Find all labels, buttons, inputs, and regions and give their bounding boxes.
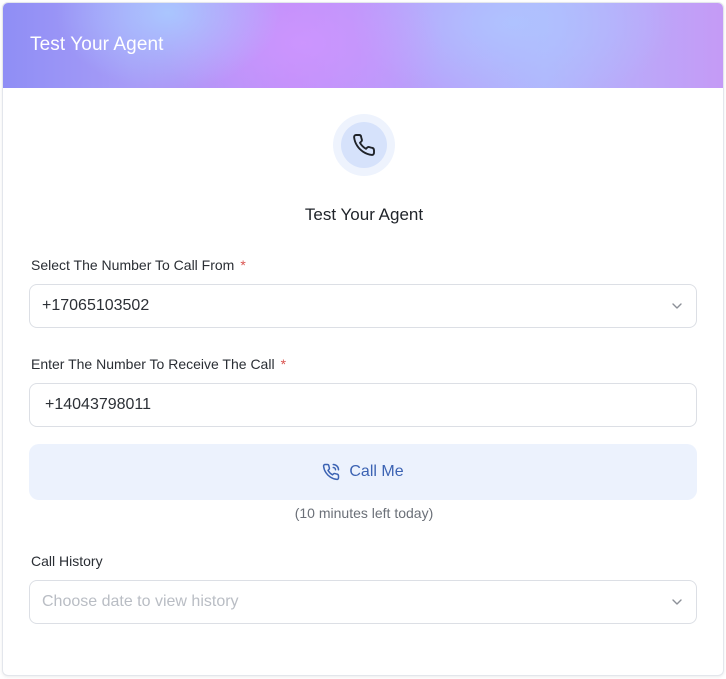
required-mark: * [240, 257, 246, 273]
from-number-value: +17065103502 [42, 297, 150, 314]
header-title: Test Your Agent [30, 34, 164, 55]
call-history-placeholder: Choose date to view history [42, 593, 239, 610]
to-number-input[interactable]: +14043798011 [29, 383, 697, 427]
call-history-date-picker[interactable]: Choose date to view history [29, 580, 697, 624]
section-title: Test Your Agent [304, 205, 424, 224]
phone-call-icon [323, 463, 340, 481]
phone-icon [353, 134, 375, 156]
call-history-label: Call History [31, 553, 103, 569]
phone-badge [333, 114, 395, 176]
required-mark: * [280, 356, 287, 372]
to-number-label: Enter The Number To Receive The Call * [31, 356, 287, 372]
card-header: Test Your Agent [3, 3, 723, 88]
from-number-select[interactable]: +17065103502 [29, 284, 697, 328]
test-agent-card: Test Your Agent Test Your Agent Select T… [2, 2, 724, 676]
chevron-down-icon [672, 599, 682, 605]
call-me-label: Call Me [349, 463, 404, 480]
call-me-button[interactable]: Call Me [29, 444, 697, 500]
minutes-remaining-note: (10 minutes left today) [294, 505, 434, 521]
chevron-down-icon [672, 303, 682, 309]
from-number-label: Select The Number To Call From * [31, 257, 246, 273]
to-number-value: +14043798011 [45, 396, 152, 413]
